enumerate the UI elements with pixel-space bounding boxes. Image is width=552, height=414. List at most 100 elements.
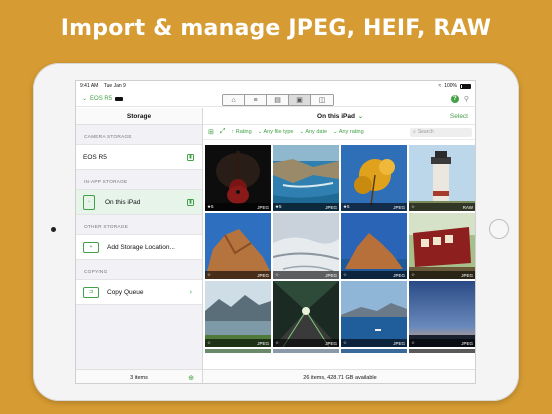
app-screen: 9:41 AM Tue Jan 9 ≈ 100% ⌄ EOS R5 ⌂ ≡ ▤ … xyxy=(75,80,476,384)
date-filter[interactable]: ⌄ Any date xyxy=(299,129,327,135)
camera-selector[interactable]: ⌄ EOS R5 xyxy=(82,95,124,102)
photo-info-bar: ☆ JPEG xyxy=(409,271,475,279)
rating-badge[interactable]: ★5 xyxy=(343,204,350,210)
rating-badge[interactable]: ☆ xyxy=(343,340,347,346)
add-folder-icon: + xyxy=(83,241,99,253)
photo-thumbnail[interactable]: ★5 JPEG xyxy=(205,145,271,211)
expand-icon[interactable]: ⤢ xyxy=(220,128,226,136)
snow-photo xyxy=(273,213,339,279)
photo-info-bar: ★5 JPEG xyxy=(341,203,407,211)
photo-thumbnail[interactable]: ☆ JPEG xyxy=(273,213,339,279)
camera-icon[interactable]: ⌂ xyxy=(223,95,245,105)
storage-summary: 26 items, 428.71 GB available xyxy=(303,374,377,381)
photo-thumbnail[interactable] xyxy=(273,349,339,353)
toolbar: ⌄ EOS R5 ⌂ ≡ ▤ ▣ ◫ ? ⚲ xyxy=(76,91,475,107)
photo-thumbnail[interactable]: ☆ JPEG xyxy=(409,281,475,347)
help-icon[interactable]: ? xyxy=(450,94,459,103)
content-footer: 26 items, 428.71 GB available xyxy=(203,369,475,383)
add-storage-icon[interactable]: ⊕ xyxy=(188,374,194,382)
format-badge: JPEG xyxy=(325,272,337,278)
photo-thumbnail[interactable]: ☆ JPEG xyxy=(205,213,271,279)
chevron-down-icon[interactable]: ⌄ xyxy=(358,113,363,120)
format-badge: JPEG xyxy=(461,340,473,346)
photo-thumbnail[interactable]: ☆ JPEG xyxy=(205,281,271,347)
coast-photo xyxy=(273,145,339,211)
ipad-frame: 9:41 AM Tue Jan 9 ≈ 100% ⌄ EOS R5 ⌂ ≡ ▤ … xyxy=(33,63,519,401)
photo-info-bar: ★5 JPEG xyxy=(273,203,339,211)
photo-grid: ★5 JPEG ★5 JPEG ★5 JPEG ☆ RAW ☆ JPEG ☆ J… xyxy=(203,143,475,353)
photo-thumbnail[interactable] xyxy=(409,349,475,353)
format-badge: RAW xyxy=(462,204,473,210)
search-icon: ⌕ xyxy=(413,129,416,135)
rating-badge[interactable]: ☆ xyxy=(411,272,415,278)
rating-filter[interactable]: ⌄ Any rating xyxy=(333,129,364,135)
wifi-icon: ≈ xyxy=(438,83,442,89)
sidebar-item-copy-queue[interactable]: ⇉ Copy Queue › xyxy=(76,279,202,305)
sidebar-item-eos-r5[interactable]: EOS R5 ▮ xyxy=(76,144,202,170)
format-badge: JPEG xyxy=(393,204,405,210)
rating-badge[interactable]: ☆ xyxy=(275,272,279,278)
photo-info-bar: ★5 JPEG xyxy=(205,203,271,211)
gallery-icon[interactable]: ◫ xyxy=(311,95,333,105)
sidebar-item-count: 3 items xyxy=(130,374,148,381)
rating-badge[interactable]: ★5 xyxy=(275,204,282,210)
rating-badge[interactable]: ★5 xyxy=(207,204,214,210)
photo-thumbnail[interactable]: ★5 JPEG xyxy=(273,145,339,211)
search-placeholder: Search xyxy=(417,129,434,135)
grid-view-icon[interactable]: ⊞ xyxy=(208,128,214,136)
sidebar-title: Storage xyxy=(76,108,202,125)
main-area: Storage CAMERA STORAGE EOS R5 ▮ IN-APP S… xyxy=(76,108,475,383)
photo-thumbnail[interactable]: ☆ RAW xyxy=(409,145,475,211)
filter-bar: ⊞ ⤢ ↑ Rating ⌄ Any file type ⌄ Any date … xyxy=(203,125,475,140)
photo-thumbnail[interactable] xyxy=(341,349,407,353)
rating-badge[interactable]: ☆ xyxy=(411,340,415,346)
photo-info-bar: ☆ JPEG xyxy=(341,339,407,347)
photo-thumbnail[interactable] xyxy=(205,349,271,353)
wrench-icon[interactable]: ⚲ xyxy=(464,95,469,103)
headline: Import & manage JPEG, HEIF, RAW xyxy=(60,16,492,41)
home-button[interactable] xyxy=(489,219,509,239)
photo-info-bar: ☆ JPEG xyxy=(205,339,271,347)
sidebar-item-label: EOS R5 xyxy=(83,153,107,161)
leaves-photo xyxy=(341,145,407,211)
photo-thumbnail[interactable]: ☆ JPEG xyxy=(341,281,407,347)
photo-thumbnail[interactable]: ☆ JPEG xyxy=(341,213,407,279)
rating-badge[interactable]: ☆ xyxy=(343,272,347,278)
section-label-other-storage: OTHER STORAGE xyxy=(84,225,129,230)
sidebar-item-on-this-ipad[interactable]: ▫ On this iPad ▮ xyxy=(76,189,202,215)
photo-thumbnail[interactable]: ★5 JPEG xyxy=(341,145,407,211)
guitar-photo xyxy=(205,145,271,211)
sort-rating-label: Rating xyxy=(235,129,252,135)
content-title[interactable]: On this iPad xyxy=(317,113,355,120)
sliders-icon[interactable]: ≡ xyxy=(245,95,267,105)
photo-info-bar: ☆ JPEG xyxy=(341,271,407,279)
select-button[interactable]: Select xyxy=(450,113,468,120)
rating-badge[interactable]: ☆ xyxy=(207,272,211,278)
rating-badge[interactable]: ☆ xyxy=(207,340,211,346)
file-type-filter[interactable]: ⌄ Any file type xyxy=(258,129,294,135)
sort-rating-button[interactable]: ↑ Rating xyxy=(231,129,251,135)
format-badge: JPEG xyxy=(325,204,337,210)
sidebar-footer: 3 items ⊕ xyxy=(76,369,202,383)
photo-thumbnail[interactable]: ☆ JPEG xyxy=(273,281,339,347)
photo-browser: On this iPad ⌄ Select ⊞ ⤢ ↑ Rating ⌄ Any… xyxy=(203,108,475,383)
storage-icon[interactable]: ▤ xyxy=(267,95,289,105)
ipad-icon: ▫ xyxy=(83,194,95,210)
camera-battery-icon xyxy=(115,96,124,101)
storage-sidebar: Storage CAMERA STORAGE EOS R5 ▮ IN-APP S… xyxy=(76,108,203,383)
status-time: 9:41 AM xyxy=(80,83,99,89)
rating-badge[interactable]: ☆ xyxy=(275,340,279,346)
status-bar: 9:41 AM Tue Jan 9 ≈ 100% xyxy=(76,81,475,91)
sidebar-item-label: On this iPad xyxy=(105,198,141,206)
photos-icon[interactable]: ▣ xyxy=(289,95,311,105)
rating-badge[interactable]: ☆ xyxy=(411,204,415,210)
storage-card-icon: ▮ xyxy=(187,153,194,161)
section-label-camera-storage: CAMERA STORAGE xyxy=(84,135,132,140)
camera-name: EOS R5 xyxy=(90,95,113,102)
photo-info-bar: ☆ RAW xyxy=(409,203,475,211)
search-input[interactable]: ⌕ Search xyxy=(410,127,472,137)
photo-thumbnail[interactable]: ☆ JPEG xyxy=(409,213,475,279)
chevron-right-icon: › xyxy=(189,288,192,296)
rating-label: Any rating xyxy=(338,129,364,135)
sidebar-item-add-storage[interactable]: + Add Storage Location... xyxy=(76,234,202,260)
